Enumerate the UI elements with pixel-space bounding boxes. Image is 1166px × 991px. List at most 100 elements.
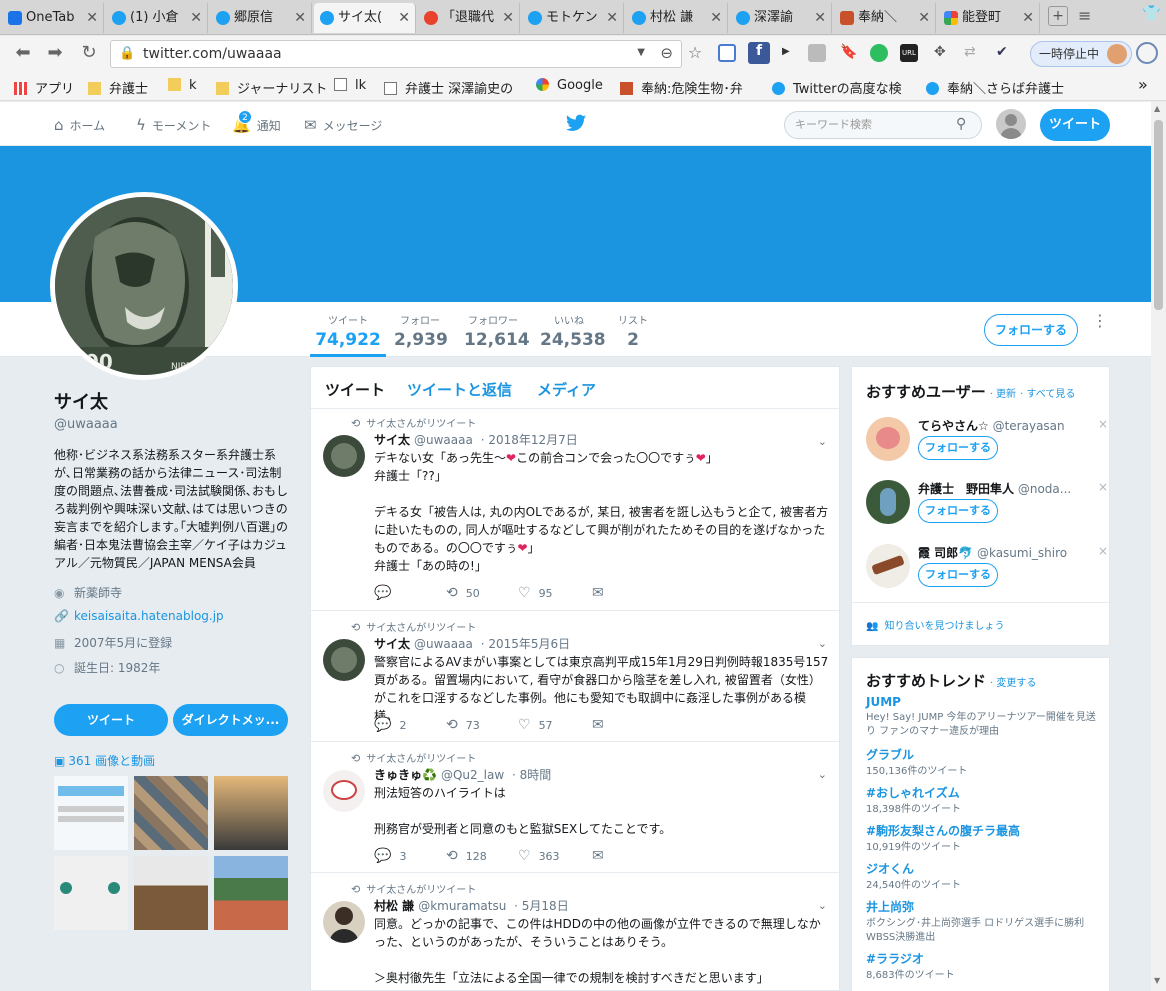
- bookmark-twitter-search[interactable]: Twitterの高度な検: [772, 78, 914, 97]
- tweet-item[interactable]: ⟲ サイ太さんがリツイート サイ太 @uwaaaa · 2018年12月7日 ⌄ デ…: [311, 409, 839, 611]
- zoom-icon[interactable]: ⊖: [660, 44, 673, 62]
- reply-button[interactable]: 💬 3: [374, 848, 406, 864]
- user-avatar[interactable]: [866, 417, 910, 461]
- media-thumbnail[interactable]: [134, 776, 208, 850]
- close-tab-icon[interactable]: ✕: [918, 3, 930, 33]
- refresh-link[interactable]: · 更新: [990, 389, 1016, 400]
- follow-user-button[interactable]: フォローする: [918, 563, 998, 587]
- forward-arrow-icon[interactable]: ➡: [44, 42, 66, 64]
- close-tab-icon[interactable]: ✕: [190, 3, 202, 33]
- bookmark-folder-journalist[interactable]: ジャーナリスト: [216, 78, 327, 97]
- user-avatar[interactable]: [996, 109, 1026, 139]
- chevron-down-icon[interactable]: ⌄: [818, 768, 827, 781]
- media-thumbnail[interactable]: [214, 776, 288, 850]
- tweet-avatar[interactable]: [323, 901, 365, 943]
- scroll-down-icon[interactable]: ▼: [1154, 976, 1160, 985]
- trend-item[interactable]: 井上尚弥 ボクシング･井上尚弥選手 ロドリゲス選手に勝利 WBSS決勝進出: [866, 898, 1098, 945]
- page-scrollbar[interactable]: ▲ ▼: [1151, 102, 1166, 991]
- chevron-down-icon[interactable]: ⌄: [818, 435, 827, 448]
- stat-tweets[interactable]: ツイート 74,922: [310, 312, 386, 357]
- tweet-avatar[interactable]: [323, 639, 365, 681]
- evernote-icon[interactable]: [870, 44, 888, 62]
- tab-twitter-active[interactable]: サイ太(✕: [314, 3, 416, 33]
- tweet-item[interactable]: ⟲ サイ太さんがリツイート 村松 謙 @kmuramatsu · 5月18日 ⌄ 同…: [311, 873, 839, 991]
- suggested-user[interactable]: 弁護士 野田隼人 @noda... フォローする ×: [866, 480, 1108, 536]
- address-bar[interactable]: 🔒 twitter.com/uwaaaa ▼ ⊖: [110, 40, 682, 68]
- nav-messages[interactable]: ✉ メッセージ: [304, 116, 382, 134]
- direct-message-icon[interactable]: ✉: [592, 585, 612, 601]
- pause-sync-button[interactable]: 一時停止中: [1030, 41, 1132, 67]
- search-input[interactable]: キーワード検索: [784, 111, 982, 139]
- reply-button[interactable]: 💬 2: [374, 717, 406, 733]
- tab-tweets[interactable]: ツイート: [325, 379, 385, 400]
- tab-twitter-2[interactable]: 郷原信 ✕: [210, 3, 312, 33]
- close-tab-icon[interactable]: ✕: [294, 3, 306, 33]
- search-icon[interactable]: ⚲: [956, 116, 966, 132]
- tab-twitter-4[interactable]: 村松 謙 ✕: [626, 3, 728, 33]
- follow-button[interactable]: フォローする: [984, 314, 1078, 346]
- user-avatar[interactable]: [866, 480, 910, 524]
- tab-list-icon[interactable]: ≡: [1078, 6, 1091, 25]
- tab-google[interactable]: 能登町 ✕: [938, 3, 1040, 33]
- stat-likes[interactable]: いいね 24,538: [540, 312, 606, 357]
- change-trends-link[interactable]: · 変更する: [990, 678, 1036, 689]
- dismiss-icon[interactable]: ×: [1098, 417, 1108, 431]
- url-shortener-icon[interactable]: URL: [900, 44, 918, 62]
- profile-name[interactable]: サイ太: [54, 388, 290, 414]
- direct-message-button[interactable]: ダイレクトメッ...: [173, 704, 288, 736]
- like-button[interactable]: ♡ 95: [518, 585, 553, 601]
- settings-gear-icon[interactable]: [1136, 42, 1158, 64]
- find-friends-link[interactable]: 👥 知り合いを見つけましょう: [866, 617, 1004, 632]
- tab-media[interactable]: メディア: [537, 379, 596, 400]
- new-tab-icon[interactable]: +: [1048, 6, 1068, 26]
- trend-item[interactable]: #駒形友梨さんの腹チラ最高 10,919件のツイート: [866, 822, 1098, 855]
- tweet-avatar[interactable]: [323, 770, 365, 812]
- close-tab-icon[interactable]: ✕: [606, 3, 618, 33]
- tab-blog[interactable]: 奉納＼ ✕: [834, 3, 936, 33]
- retweet-button[interactable]: ⟲ 73: [446, 717, 480, 733]
- reply-button[interactable]: 💬: [374, 585, 399, 601]
- tab-tweets-and-replies[interactable]: ツイートと返信: [407, 379, 512, 400]
- bookmark-folder-lawyer[interactable]: 弁護士: [88, 78, 148, 97]
- media-thumbnail[interactable]: [54, 776, 128, 850]
- tweet-item[interactable]: ⟲ サイ太さんがリツイート サイ太 @uwaaaa · 2015年5月6日 ⌄ 警察…: [311, 611, 839, 742]
- nav-moments[interactable]: ϟ モーメント: [136, 116, 211, 134]
- bookmark-lk[interactable]: lk: [334, 78, 366, 93]
- bookmark-folder-k[interactable]: k: [168, 78, 197, 93]
- retweet-button[interactable]: ⟲ 50: [446, 585, 480, 601]
- suggested-user[interactable]: てらやさん☆ @terayasan フォローする ×: [866, 417, 1108, 473]
- dismiss-icon[interactable]: ×: [1098, 544, 1108, 558]
- bookmark-apps[interactable]: アプリ: [14, 78, 74, 97]
- chevron-down-icon[interactable]: ⌄: [818, 899, 827, 912]
- gavel-avatar[interactable]: [866, 544, 910, 588]
- dropdown-arrow-icon[interactable]: ▼: [637, 47, 645, 58]
- tab-hatena[interactable]: 「退職代 ✕: [418, 3, 520, 33]
- close-tab-icon[interactable]: ✕: [814, 3, 826, 33]
- trend-item[interactable]: ジオくん 24,540件のツイート: [866, 860, 1098, 893]
- suggested-user[interactable]: 霞 司郎🐬 @kasumi_shiro フォローする ×: [866, 544, 1108, 600]
- stat-following[interactable]: フォロー 2,939: [394, 312, 448, 357]
- follow-user-button[interactable]: フォローする: [918, 436, 998, 460]
- back-arrow-icon[interactable]: ⬅: [12, 42, 34, 64]
- trend-item[interactable]: #ララジオ 8,683件のツイート: [866, 950, 1098, 983]
- stat-followers[interactable]: フォロワー 12,614: [464, 312, 530, 357]
- move-icon[interactable]: ✥: [934, 44, 946, 60]
- close-tab-icon[interactable]: ✕: [398, 3, 410, 33]
- bookmark-icon[interactable]: 🔖: [840, 44, 857, 60]
- reload-icon[interactable]: ↻: [78, 42, 100, 64]
- more-options-icon[interactable]: ⋮: [1092, 313, 1108, 329]
- nav-home[interactable]: ⌂ ホーム: [54, 116, 105, 134]
- shirt-icon[interactable]: 👕: [1142, 4, 1161, 22]
- close-tab-icon[interactable]: ✕: [1022, 3, 1034, 33]
- tab-twitter-3[interactable]: モトケン ✕: [522, 3, 624, 33]
- direct-message-icon[interactable]: ✉: [592, 848, 612, 864]
- tweet-avatar[interactable]: [323, 435, 365, 477]
- header-tweet-button[interactable]: ツイート: [1040, 109, 1110, 141]
- profile-handle[interactable]: @uwaaaa: [54, 417, 290, 432]
- profile-website[interactable]: 🔗 keisaisaita.hatenablog.jp: [54, 609, 290, 626]
- bookmark-google[interactable]: Google: [536, 78, 603, 93]
- star-icon[interactable]: ☆: [684, 42, 706, 64]
- follow-user-button[interactable]: フォローする: [918, 499, 998, 523]
- direct-message-icon[interactable]: ✉: [592, 717, 612, 733]
- check-shield-icon[interactable]: ✔: [996, 44, 1008, 60]
